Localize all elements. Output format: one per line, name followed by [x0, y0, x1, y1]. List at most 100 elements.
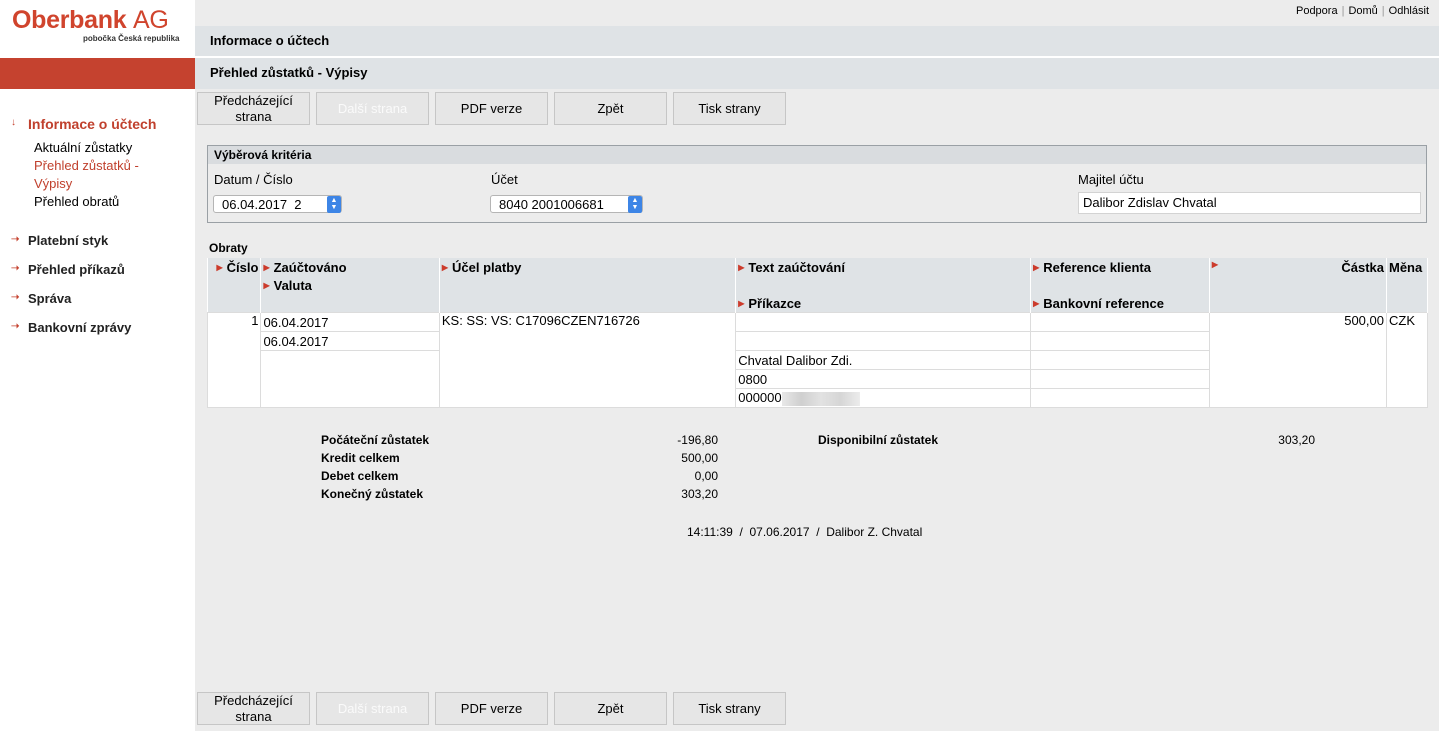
section-header: Informace o účtech	[195, 26, 1439, 58]
row-ucel: KS: SS: VS: C17096CZEN716726	[438, 312, 737, 408]
nav-label: Informace o účtech	[28, 116, 157, 132]
pdf-button[interactable]: PDF verze	[435, 92, 548, 125]
prev-page-button-bottom[interactable]: Předcházející strana	[197, 692, 310, 725]
left-sidebar: Oberbank AG pobočka Česká republika ↓ In…	[0, 0, 195, 731]
balance-summary: Počáteční zůstatek -196,80 Kredit celkem 5…	[321, 431, 718, 503]
date-label: Datum / Číslo	[214, 172, 293, 187]
logo-text: Oberbank	[12, 6, 127, 34]
nav-sprava[interactable]: ➝ Správa	[0, 291, 195, 306]
col-prikazce[interactable]: ▶ Příkazce	[735, 294, 1032, 313]
nav-prehled-obratu[interactable]: Přehled obratů	[34, 193, 195, 211]
credit-total-value: 500,00	[681, 451, 718, 465]
col-valuta[interactable]: ▶ Valuta	[260, 276, 440, 294]
nav-aktualni-zustatky[interactable]: Aktuální zůstatky	[34, 139, 195, 157]
row-prikazce-name: Chvatal Dalibor Zdi.	[735, 350, 1032, 370]
row-prikazce-account: 000000	[738, 390, 782, 406]
col-ref-klienta[interactable]: ▶ Reference klienta	[1030, 258, 1210, 276]
col-zauctovano[interactable]: ▶ Zaúčtováno	[260, 258, 440, 276]
credit-total-label: Kredit celkem	[321, 451, 400, 465]
account-value: 8040 2001006681	[499, 197, 604, 212]
oberbank-logo[interactable]: Oberbank AG pobočka Česká republika	[12, 6, 187, 43]
closing-balance-label: Konečný zůstatek	[321, 487, 424, 501]
sort-icon: ▶	[263, 262, 270, 272]
date-select[interactable]: 06.04.2017 2 ▲ ▼	[213, 195, 342, 213]
col-ucel[interactable]: ▶ Účel platby	[439, 258, 737, 276]
sort-icon: ▶	[1211, 259, 1218, 269]
owner-label: Majitel účtu	[1078, 172, 1144, 187]
page-header: Přehled zůstatků - Výpisy	[195, 58, 1439, 89]
sort-icon: ▶	[738, 262, 745, 272]
print-button[interactable]: Tisk strany	[673, 92, 786, 125]
owner-field: Dalibor Zdislav Chvatal	[1078, 192, 1421, 214]
side-navigation: ↓ Informace o účtech Aktuální zůstatky P…	[0, 116, 195, 335]
criteria-title: Výběrová kritéria	[208, 146, 1426, 164]
row-zauctovano: 06.04.2017	[260, 312, 440, 332]
print-button-bottom[interactable]: Tisk strany	[673, 692, 786, 725]
opening-balance-label: Počáteční zůstatek	[321, 433, 430, 447]
pdf-button-bottom[interactable]: PDF verze	[435, 692, 548, 725]
sort-icon: ▶	[216, 262, 223, 272]
link-domu[interactable]: Domů	[1348, 5, 1377, 17]
sort-icon: ▶	[738, 298, 745, 308]
back-button-bottom[interactable]: Zpět	[554, 692, 667, 725]
account-label: Účet	[491, 172, 518, 187]
sort-icon: ▶	[1033, 298, 1040, 308]
section-title: Informace o účtech	[210, 33, 330, 48]
selection-criteria-panel: Výběrová kritéria Datum / Číslo 06.04.20…	[207, 145, 1427, 223]
date-value: 06.04.2017 2	[222, 197, 302, 212]
top-toolbar: Předcházející strana Další strana PDF ve…	[197, 92, 786, 125]
arrow-right-icon: ➝	[11, 321, 20, 332]
available-balance-value: 303,20	[1278, 433, 1315, 447]
nav-bankovni-zpravy[interactable]: ➝ Bankovní zprávy	[0, 320, 195, 335]
bottom-toolbar: Předcházející strana Další strana PDF ve…	[197, 692, 786, 725]
row-valuta: 06.04.2017	[260, 331, 440, 351]
col-cislo[interactable]: ▶ Číslo	[207, 258, 262, 276]
row-castka: 500,00	[1208, 312, 1387, 408]
nav-label: Bankovní zprávy	[28, 320, 132, 335]
updown-icon: ▲ ▼	[327, 196, 341, 213]
top-links: Podpora | Domů | Odhlásit	[1295, 5, 1429, 17]
arrow-right-icon: ➝	[11, 292, 20, 303]
nav-prehled-zustatku-vypisy[interactable]: Přehled zůstatků - Výpisy	[34, 157, 154, 193]
transactions-table: ▶ Číslo ▶ Zaúčtováno ▶ Účel platby ▶ Text za…	[206, 258, 1429, 408]
debit-total-value: 0,00	[694, 469, 718, 483]
col-mena: Měna	[1386, 258, 1429, 276]
row-cislo: 1	[206, 312, 262, 408]
updown-icon: ▲ ▼	[628, 196, 642, 213]
nav-platebni-styk[interactable]: ➝ Platební styk	[0, 233, 195, 248]
arrow-right-icon: ➝	[11, 234, 20, 245]
arrow-down-icon: ↓	[11, 117, 16, 128]
transactions-title: Obraty	[209, 241, 248, 255]
debit-total-label: Debet celkem	[321, 469, 399, 483]
col-bank-ref[interactable]: ▶ Bankovní reference	[1030, 294, 1210, 313]
available-balance: Disponibilní zůstatek 303,20	[818, 431, 1315, 449]
prev-page-button[interactable]: Předcházející strana	[197, 92, 310, 125]
brand-bar	[0, 58, 195, 89]
link-podpora[interactable]: Podpora	[1296, 5, 1338, 17]
sort-icon: ▶	[441, 262, 449, 272]
link-odhlasit[interactable]: Odhlásit	[1389, 5, 1429, 17]
col-castka[interactable]: ▶ Částka	[1209, 258, 1387, 276]
nav-label: Platební styk	[28, 233, 109, 248]
sort-icon: ▶	[263, 280, 270, 290]
nav-label: Správa	[28, 291, 72, 306]
available-balance-label: Disponibilní zůstatek	[818, 433, 939, 447]
nav-prehled-prikazu[interactable]: ➝ Přehled příkazů	[0, 262, 195, 277]
redacted-block	[781, 391, 860, 406]
nav-informace-o-uctech[interactable]: ↓ Informace o účtech	[0, 116, 195, 132]
col-text[interactable]: ▶ Text zaúčtování	[735, 258, 1032, 276]
next-page-button[interactable]: Další strana	[316, 92, 429, 125]
sort-icon: ▶	[1033, 262, 1040, 272]
account-select[interactable]: 8040 2001006681 ▲ ▼	[490, 195, 643, 213]
arrow-right-icon: ➝	[11, 263, 20, 274]
nav-label: Přehled příkazů	[28, 262, 125, 277]
row-prikazce-bank: 0800	[735, 369, 1032, 389]
logo-suffix: AG	[132, 6, 169, 34]
page-title: Přehled zůstatků - Výpisy	[210, 65, 368, 80]
table-row[interactable]: 1 06.04.2017 KS: SS: VS: C17096CZEN71672…	[206, 312, 1429, 408]
closing-balance-value: 303,20	[681, 487, 718, 501]
back-button[interactable]: Zpět	[554, 92, 667, 125]
next-page-button-bottom[interactable]: Další strana	[316, 692, 429, 725]
opening-balance-value: -196,80	[677, 433, 718, 447]
timestamp-user-line: 14:11:39 / 07.06.2017 / Dalibor Z. Chvat…	[687, 525, 923, 539]
